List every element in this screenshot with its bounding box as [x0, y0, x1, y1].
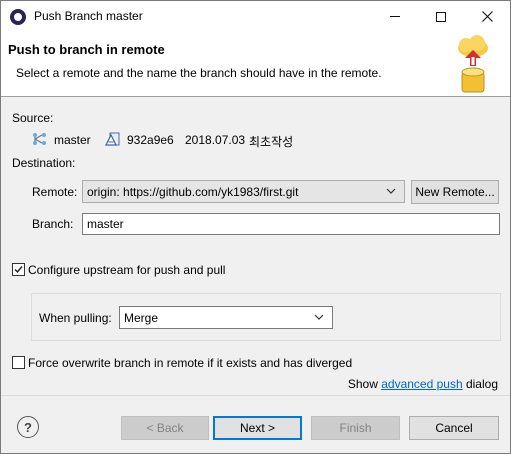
- remote-select[interactable]: origin: https://github.com/yk1983/first.…: [82, 180, 405, 203]
- when-pulling-label: When pulling:: [39, 311, 112, 325]
- when-pulling-select[interactable]: Merge: [119, 306, 333, 329]
- commit-icon: [105, 132, 120, 146]
- when-pulling-value: Merge: [124, 311, 159, 325]
- close-button[interactable]: [464, 1, 510, 32]
- source-branch-name: master: [54, 133, 91, 147]
- minimize-button[interactable]: [372, 1, 418, 32]
- remote-select-value: origin: https://github.com/yk1983/first.…: [87, 185, 299, 199]
- advanced-push-suffix: dialog: [465, 377, 498, 391]
- close-icon: [481, 11, 493, 22]
- chevron-down-icon: [386, 188, 396, 194]
- configure-upstream-checkbox[interactable]: [12, 263, 25, 276]
- source-commit-message: 최초작성: [249, 135, 294, 149]
- help-icon[interactable]: ?: [17, 416, 39, 438]
- source-label: Source:: [12, 111, 54, 125]
- page-description: Select a remote and the name the branch …: [16, 66, 382, 80]
- chevron-down-icon: [314, 314, 324, 320]
- cancel-button[interactable]: Cancel: [409, 416, 499, 440]
- destination-label: Destination:: [12, 156, 76, 170]
- branch-input[interactable]: master: [82, 213, 500, 235]
- back-button[interactable]: < Back: [121, 416, 209, 440]
- checkmark-icon: [14, 266, 23, 274]
- footer-divider: [1, 395, 510, 396]
- maximize-button[interactable]: [418, 1, 464, 32]
- eclipse-app-icon: [10, 9, 26, 25]
- advanced-push-line: Show advanced push dialog: [348, 377, 498, 391]
- next-button[interactable]: Next >: [213, 416, 302, 440]
- minimize-icon: [390, 16, 400, 17]
- maximize-icon: [436, 11, 446, 22]
- push-branch-dialog: Push Branch master Push to branch in rem…: [0, 0, 511, 454]
- window-title: Push Branch master: [34, 9, 143, 23]
- configure-upstream-label[interactable]: Configure upstream for push and pull: [28, 263, 225, 277]
- title-bar: Push Branch master: [1, 1, 510, 32]
- remote-label: Remote:: [32, 185, 78, 199]
- source-commit-id: 932a9e6: [127, 133, 174, 147]
- wizard-header: Push to branch in remote Select a remote…: [1, 32, 510, 97]
- new-remote-button[interactable]: New Remote...: [411, 180, 499, 204]
- force-overwrite-checkbox[interactable]: [12, 356, 25, 369]
- force-overwrite-label[interactable]: Force overwrite branch in remote if it e…: [28, 356, 352, 370]
- finish-button[interactable]: Finish: [311, 416, 400, 440]
- advanced-push-link[interactable]: advanced push: [381, 377, 462, 391]
- page-title: Push to branch in remote: [8, 42, 165, 57]
- branch-icon: [33, 133, 46, 145]
- branch-label: Branch:: [32, 217, 74, 231]
- source-commit-date: 2018.07.03: [185, 133, 246, 147]
- advanced-push-prefix: Show: [347, 377, 378, 391]
- cloud-push-icon: [458, 35, 488, 93]
